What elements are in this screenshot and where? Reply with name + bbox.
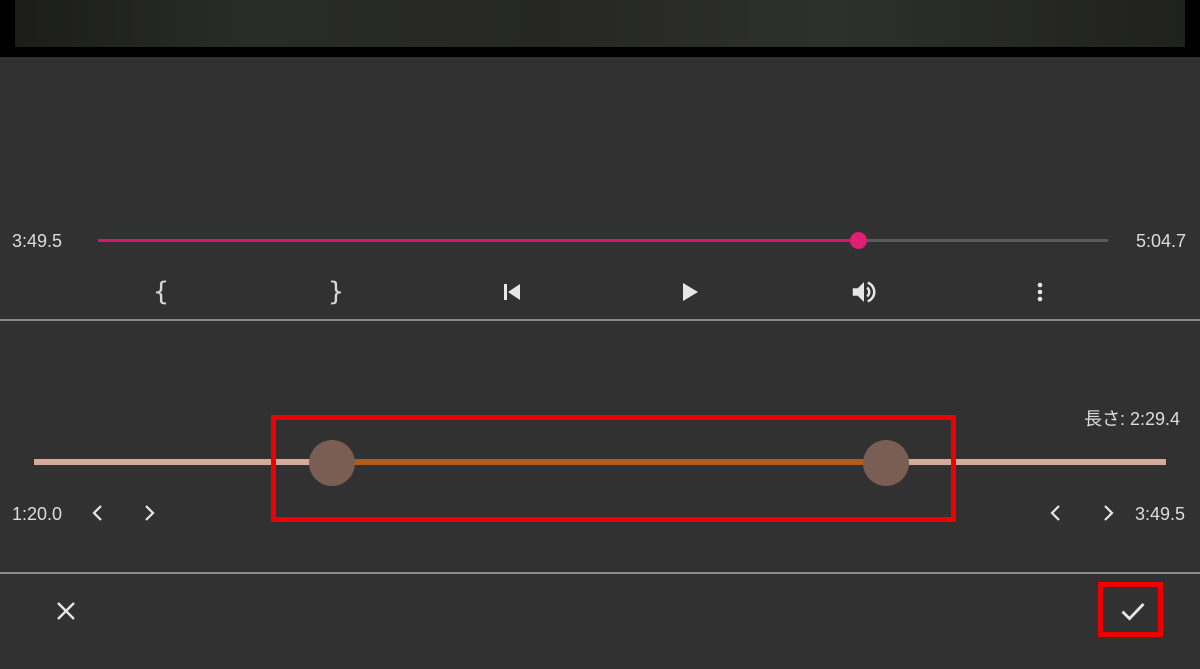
total-time: 5:04.7 — [1136, 231, 1187, 251]
chevron-left-icon — [92, 505, 102, 521]
start-prev-button[interactable] — [83, 498, 113, 528]
seek-bar[interactable] — [98, 232, 1108, 249]
end-next-button[interactable] — [1093, 498, 1123, 528]
seek-thumb[interactable] — [849, 232, 867, 249]
cancel-button[interactable] — [42, 587, 90, 635]
skip-previous-button[interactable] — [490, 272, 534, 312]
confirm-highlight — [1098, 582, 1163, 637]
start-next-button[interactable] — [134, 498, 164, 528]
trim-range-highlight — [271, 415, 956, 522]
chevron-right-icon — [1104, 505, 1114, 521]
mark-in-button[interactable]: { — [139, 272, 183, 312]
video-frame — [15, 0, 1185, 47]
close-icon — [57, 602, 75, 620]
chevron-right-icon — [145, 505, 155, 521]
divider-bottom — [0, 572, 1200, 574]
more-options-button[interactable] — [1018, 272, 1062, 312]
more-vert-icon — [1037, 282, 1043, 302]
play-button[interactable] — [667, 272, 711, 312]
current-time: 3:49.5 — [12, 231, 63, 251]
volume-button[interactable] — [842, 272, 886, 312]
end-prev-button[interactable] — [1041, 498, 1071, 528]
mark-out-button[interactable]: } — [314, 272, 358, 312]
mark-out-label: } — [327, 277, 345, 307]
mark-in-label: { — [152, 277, 170, 307]
chevron-left-icon — [1050, 505, 1060, 521]
seek-bar-progress — [98, 239, 858, 242]
skip-previous-icon — [504, 284, 520, 300]
trim-length-label: 長さ: 2:29.4 — [1084, 409, 1181, 429]
divider-top — [0, 319, 1200, 321]
volume-icon — [852, 281, 876, 303]
play-icon — [683, 283, 698, 301]
trim-end-time: 3:49.5 — [1135, 504, 1186, 524]
trim-start-time: 1:20.0 — [12, 504, 63, 524]
video-preview — [0, 0, 1200, 57]
